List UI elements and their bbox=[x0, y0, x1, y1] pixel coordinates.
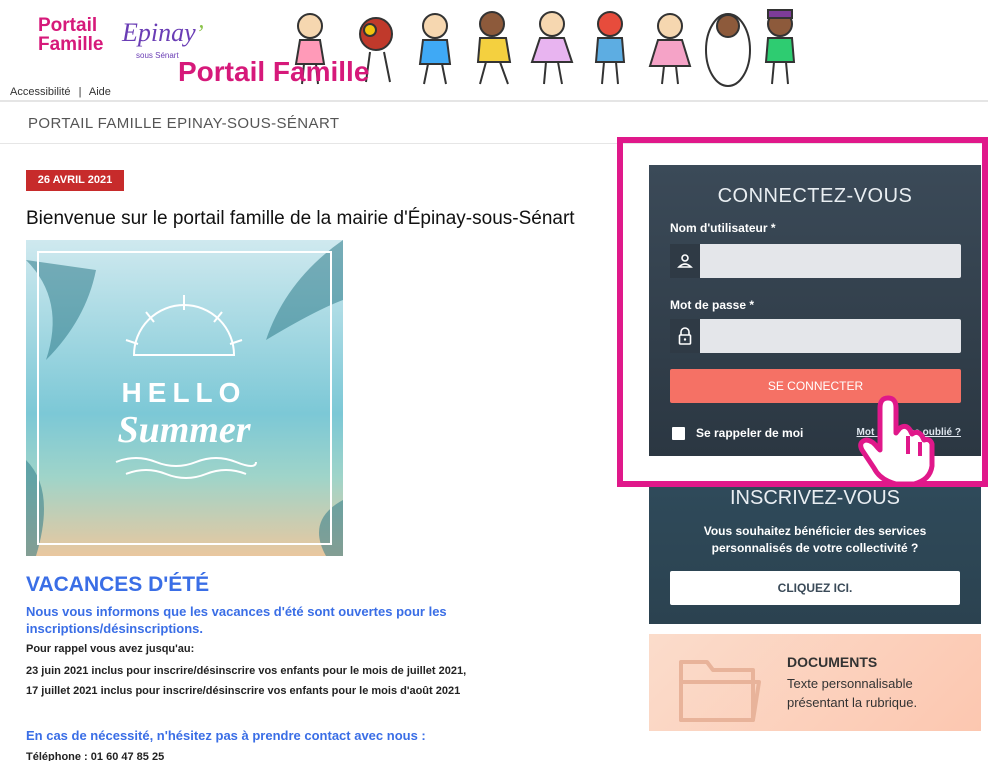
remember-label: Se rappeler de moi bbox=[696, 426, 804, 440]
deadline-july: 23 juin 2021 inclus pour inscrire/désins… bbox=[26, 665, 467, 677]
site-header: Portail Famille Epinay’ sous Sénart Port… bbox=[0, 0, 988, 102]
accessibility-link[interactable]: Accessibilité bbox=[10, 86, 71, 98]
contact-text: En cas de nécessité, n'hésitez pas à pre… bbox=[26, 728, 426, 743]
password-field[interactable] bbox=[670, 319, 961, 353]
pointer-hand-icon bbox=[858, 395, 935, 487]
header-title: Portail Famille bbox=[178, 56, 370, 87]
rappel-text: Pour rappel vous avez jusqu'au: bbox=[26, 643, 195, 655]
phone-text: Téléphone : 01 60 47 85 25 bbox=[26, 751, 165, 761]
documents-panel[interactable]: DOCUMENTS Texte personnalisable présenta… bbox=[649, 634, 981, 731]
register-title: INSCRIVEZ-VOUS bbox=[729, 487, 901, 509]
password-label: Mot de passe * bbox=[670, 298, 755, 312]
top-links: Accessibilité | Aide bbox=[10, 86, 116, 98]
user-icon bbox=[670, 244, 700, 278]
register-panel: INSCRIVEZ-VOUS Vous souhaitez bénéficier… bbox=[649, 487, 981, 624]
username-label: Nom d'utilisateur * bbox=[670, 221, 776, 235]
documents-title: DOCUMENTS bbox=[787, 654, 878, 670]
lock-icon bbox=[670, 319, 700, 353]
deadline-august: 17 juillet 2021 inclus pour inscrire/dés… bbox=[26, 685, 461, 697]
date-badge: 26 AVRIL 2021 bbox=[26, 170, 124, 191]
logo-epinay: Epinay’ sous Sénart bbox=[122, 18, 204, 61]
article-headline: Bienvenue sur le portail famille de la m… bbox=[26, 208, 575, 229]
remember-me[interactable]: Se rappeler de moi bbox=[672, 426, 803, 440]
register-button[interactable]: CLIQUEZ ICI. bbox=[670, 571, 960, 605]
logo-portail-famille: Portail Famille bbox=[38, 15, 104, 55]
username-input[interactable] bbox=[700, 244, 961, 278]
login-title: CONNECTEZ-VOUS bbox=[717, 185, 913, 207]
breadcrumb-title: PORTAIL FAMILLE EPINAY-SOUS-SÉNART bbox=[28, 115, 340, 132]
remember-checkbox[interactable] bbox=[672, 426, 685, 440]
username-field[interactable] bbox=[670, 244, 961, 278]
vacances-title: VACANCES D'ÉTÉ bbox=[26, 573, 210, 596]
register-text: Vous souhaitez bénéficier des services p… bbox=[703, 524, 927, 555]
site-logo[interactable]: Portail Famille Epinay’ sous Sénart bbox=[38, 15, 204, 60]
help-link[interactable]: Aide bbox=[89, 86, 111, 98]
password-input[interactable] bbox=[700, 319, 961, 353]
hello-summer-image: HELLO Summer bbox=[26, 240, 343, 556]
link-separator: | bbox=[78, 86, 82, 98]
hello-text: HELLO bbox=[122, 377, 247, 408]
vacances-subtitle: Nous vous informons que les vacances d'é… bbox=[26, 604, 447, 636]
summer-text: Summer bbox=[117, 409, 251, 451]
folder-icon bbox=[679, 660, 761, 722]
documents-text: Texte personnalisable présentant la rubr… bbox=[787, 676, 918, 710]
